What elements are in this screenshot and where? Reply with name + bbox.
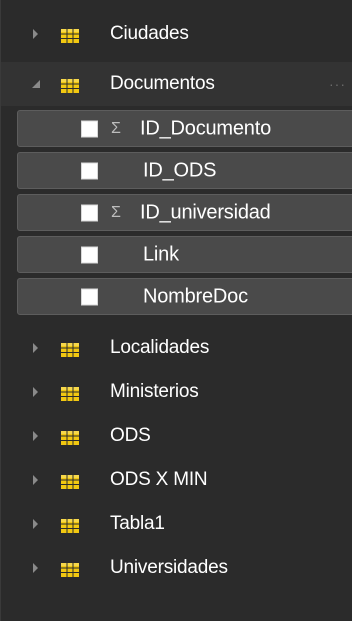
- table-ministerios[interactable]: Ministerios: [1, 370, 352, 414]
- field-checkbox[interactable]: [81, 120, 98, 137]
- table-label: Tabla1: [110, 513, 165, 534]
- chevron-right-icon[interactable]: [31, 518, 41, 530]
- table-icon: [61, 341, 79, 357]
- table-label: Ciudades: [110, 23, 189, 44]
- field-checkbox[interactable]: [81, 246, 98, 263]
- field-label: NombreDoc: [143, 285, 248, 307]
- table-label: Localidades: [110, 337, 210, 358]
- table-label: Documentos: [110, 73, 215, 94]
- table-tabla1[interactable]: Tabla1: [1, 502, 352, 546]
- chevron-right-icon[interactable]: [31, 342, 41, 354]
- sigma-icon: Σ: [111, 119, 121, 137]
- field-row-id-universidad[interactable]: Σ ID_universidad: [17, 194, 352, 231]
- chevron-right-icon[interactable]: [31, 28, 41, 40]
- chevron-right-icon[interactable]: [31, 562, 41, 574]
- table-label: Universidades: [110, 557, 228, 578]
- field-label: ID_universidad: [140, 201, 271, 223]
- field-checkbox[interactable]: [81, 288, 98, 305]
- field-label: Link: [143, 243, 179, 265]
- field-list: Σ ID_Documento ID_ODS Σ ID_universidad L…: [1, 106, 352, 326]
- table-icon: [61, 77, 79, 93]
- chevron-right-icon[interactable]: [31, 430, 41, 442]
- table-ciudades[interactable]: Ciudades: [1, 12, 352, 56]
- table-localidades[interactable]: Localidades: [1, 326, 352, 370]
- table-icon: [61, 429, 79, 445]
- table-universidades[interactable]: Universidades: [1, 546, 352, 590]
- sigma-icon: Σ: [111, 203, 121, 221]
- table-documentos[interactable]: Documentos ···: [1, 62, 352, 106]
- field-label: ID_ODS: [143, 159, 217, 181]
- table-ods[interactable]: ODS: [1, 414, 352, 458]
- field-row-link[interactable]: Link: [17, 236, 352, 273]
- table-icon: [61, 27, 79, 43]
- more-options-icon[interactable]: ···: [329, 76, 346, 92]
- table-icon: [61, 561, 79, 577]
- chevron-right-icon[interactable]: [31, 474, 41, 486]
- chevron-right-icon[interactable]: [31, 386, 41, 398]
- table-icon: [61, 473, 79, 489]
- field-label: ID_Documento: [140, 117, 271, 139]
- fields-pane: Ciudades Documentos ··· Σ ID_Documento I…: [0, 0, 352, 621]
- field-checkbox[interactable]: [81, 204, 98, 221]
- field-row-id-ods[interactable]: ID_ODS: [17, 152, 352, 189]
- field-row-id-documento[interactable]: Σ ID_Documento: [17, 110, 352, 147]
- table-icon: [61, 517, 79, 533]
- table-label: Ministerios: [110, 381, 199, 402]
- table-label: ODS X MIN: [110, 469, 208, 490]
- table-label: ODS: [110, 425, 151, 446]
- table-ods-x-min[interactable]: ODS X MIN: [1, 458, 352, 502]
- table-icon: [61, 385, 79, 401]
- field-row-nombredoc[interactable]: NombreDoc: [17, 278, 352, 315]
- field-checkbox[interactable]: [81, 162, 98, 179]
- chevron-expanded-icon[interactable]: [31, 78, 41, 90]
